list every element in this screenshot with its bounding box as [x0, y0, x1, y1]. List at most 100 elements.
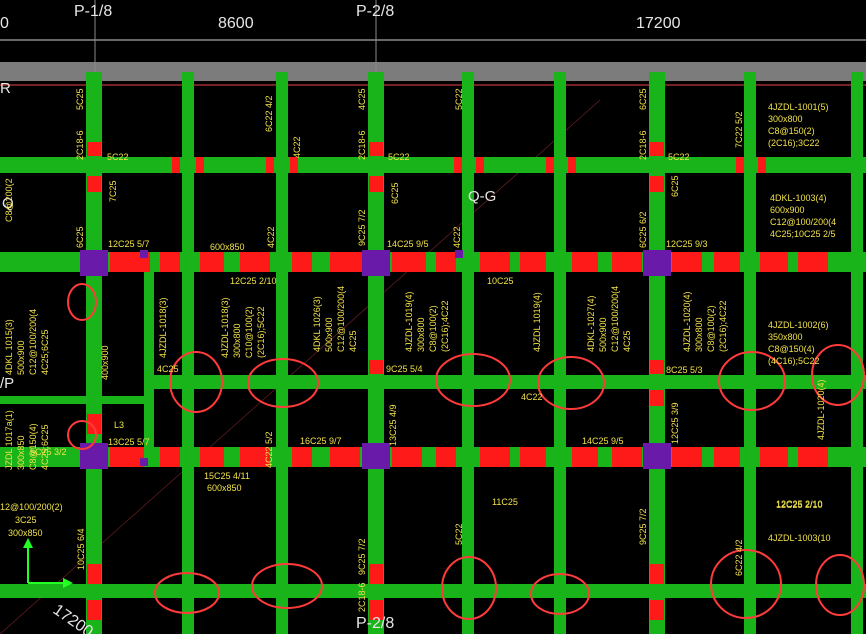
- ann-text: 4C25;10C25 2/5: [770, 229, 836, 239]
- ann-text: C12@100/200(4: [610, 286, 620, 352]
- ann-text: (2C16);5C22: [256, 306, 266, 358]
- ann-text: 12C25 5/7: [108, 239, 150, 249]
- axis-label-p: /P: [0, 375, 14, 392]
- ann-text: 2C18-6: [357, 130, 367, 160]
- ann-text: 500x900: [324, 317, 334, 352]
- dim-left: 0: [0, 15, 9, 32]
- ann-text: 4DKL-1027(4): [586, 295, 596, 352]
- dim-17200: 17200: [636, 15, 681, 32]
- ann-text: 4JZDL-1019(4): [404, 291, 414, 352]
- ann-text: 6C25: [670, 175, 680, 197]
- ann-text: 300x800: [768, 114, 803, 124]
- axis-label-p28: P-2/8: [356, 3, 394, 20]
- ann-text: 4C25;6C25: [40, 424, 50, 470]
- ann-text: C10@100(2): [244, 306, 254, 358]
- ann-text: 600x850: [210, 242, 245, 252]
- ann-text: C8@150(2): [768, 126, 815, 136]
- ann-text: 13C25 5/7: [108, 437, 150, 447]
- ann-text: 15C25 4/11: [204, 471, 250, 481]
- ann-text: 11C25: [492, 497, 518, 507]
- ann-text: 4JZDL-1018(3): [220, 297, 230, 358]
- ann-text: C12@100/200(4: [336, 286, 346, 352]
- ann-text: 500x900: [598, 317, 608, 352]
- ann-text: 9C25 7/2: [638, 508, 648, 545]
- ann-text: 4JZDL-1020(4): [816, 379, 826, 440]
- ann-text: 5C22: [454, 523, 464, 545]
- ann-text: C8@150(4): [28, 423, 38, 470]
- ann-text: 10C25 6/4: [76, 528, 86, 570]
- axis-label-qg: Q-G: [468, 188, 496, 205]
- ann-text: 2C18-6: [357, 582, 367, 612]
- ann-text: 4DKL-1003(4): [770, 193, 827, 203]
- ann-text: 4DKL 1026(3): [312, 296, 322, 352]
- ann-text: 6C25 6/2: [638, 211, 648, 248]
- ann-text: 6C25: [75, 226, 85, 248]
- ann-text: (4C16);5C22: [768, 356, 820, 366]
- ann-text: 5C22: [388, 152, 410, 162]
- ann-text: 400x900: [100, 345, 110, 380]
- ann-text: C8@100(2): [706, 305, 716, 352]
- ann-text: C8@150(4): [768, 344, 815, 354]
- ann-text: 4JZDL-1001(5): [768, 102, 829, 112]
- ann-text: (2C16);4C22: [440, 300, 450, 352]
- ann-text: 4C22: [521, 392, 543, 402]
- ann-text: 5C22: [454, 88, 464, 110]
- dim-8600: 8600: [218, 15, 254, 32]
- ann-text: 6C22 4/2: [264, 95, 274, 132]
- ann-text: 4C25: [348, 330, 358, 352]
- ann-text: 5C22: [107, 152, 129, 162]
- ann-text: 16C25 9/7: [300, 436, 342, 446]
- ann-text: 4C22: [292, 136, 302, 158]
- ann-text: 9C25 7/2: [357, 538, 367, 575]
- ann-text: C12@100/200(4: [770, 217, 836, 227]
- ann-text: 4C25: [622, 330, 632, 352]
- ann-text: 4JZDL-1003(10: [768, 533, 831, 543]
- ann-text: 12C25 9/3: [666, 239, 708, 249]
- ann-text: 2C18-6: [75, 130, 85, 160]
- ann-text: 4JZDL 1019(4): [532, 292, 542, 352]
- ann-text: 600x900: [770, 205, 805, 215]
- axis-label-r: R: [0, 80, 11, 97]
- ann-text: 300x800: [694, 317, 704, 352]
- ann-text: 14C25 9/5: [387, 239, 429, 249]
- ann-text: 4DKL 1015(3): [4, 319, 14, 375]
- ann-text: 9C25 7/2: [357, 209, 367, 246]
- ann-text: 4JZDL-1020(4): [682, 291, 692, 352]
- ann-text: 12C25 2/10: [776, 499, 823, 509]
- ann-text: 6C25: [390, 182, 400, 204]
- ann-text: 9C25 5/4: [386, 364, 423, 374]
- ann-text: 13C25 4/9: [388, 404, 398, 446]
- cad-drawing: P-1/8 P-2/8 P-2/8 0 8600 17200 17200 Q Q…: [0, 0, 866, 634]
- ann-text: 4C25: [157, 364, 179, 374]
- ann-text: 350x800: [768, 332, 803, 342]
- ann-text: 6C25: [638, 88, 648, 110]
- ann-text: 4JZDL-1018(3): [158, 297, 168, 358]
- ann-text: 4C22: [452, 226, 462, 248]
- ann-text: 2C18-6: [638, 130, 648, 160]
- ann-text: 10C25: [487, 276, 514, 286]
- axis-label-p28-bottom: P-2/8: [356, 615, 394, 632]
- ann-text: 7C25: [108, 180, 118, 202]
- axis-label-p18: P-1/8: [74, 3, 112, 20]
- ann-text: 12C25 2/10: [230, 276, 277, 286]
- ann-text: 3C25: [15, 515, 37, 525]
- ann-text: 300x800: [416, 317, 426, 352]
- ann-text: 8C25 5/3: [666, 365, 703, 375]
- ann-text: (2C16);4C22: [718, 300, 728, 352]
- ann-text: L3: [114, 420, 124, 430]
- gray-band: [0, 62, 866, 81]
- ann-text: 300x850: [16, 435, 26, 470]
- ann-text: 4JZDL-1002(6): [768, 320, 829, 330]
- ann-text: 4C25: [357, 88, 367, 110]
- ann-text: 7C22 5/2: [734, 111, 744, 148]
- ann-text: 12C25 3/9: [670, 402, 680, 444]
- ann-text: C8@200(2: [4, 178, 14, 222]
- ann-text: 12@100/200(2): [0, 502, 63, 512]
- ann-text: 4C25;6C25: [40, 329, 50, 375]
- ann-text: 4C22: [266, 226, 276, 248]
- ann-text: 6C22 4/2: [734, 539, 744, 576]
- ann-text: 4C22 5/2: [264, 431, 274, 468]
- ann-text: 5C25: [75, 88, 85, 110]
- ann-text: (2C16);3C22: [768, 138, 820, 148]
- ann-text: 300x800: [232, 323, 242, 358]
